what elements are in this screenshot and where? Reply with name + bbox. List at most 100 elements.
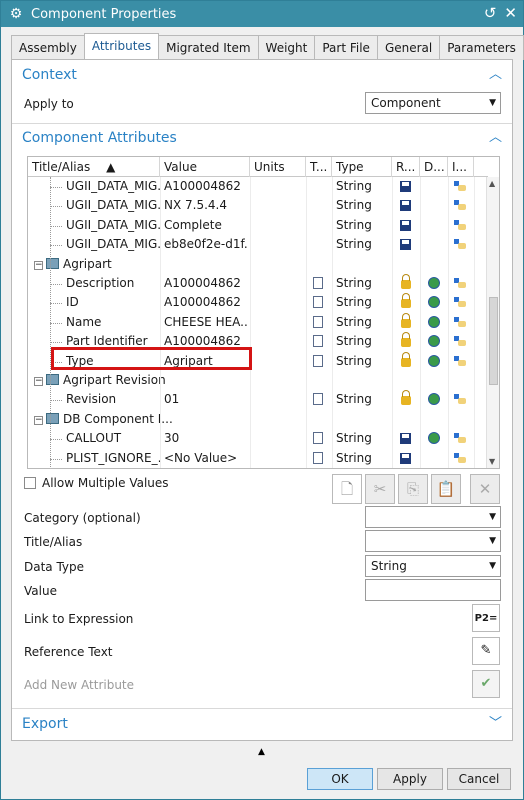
table-row[interactable]: ID A100004862 String [28, 293, 488, 312]
collapse-toggle-icon[interactable]: − [34, 415, 43, 425]
cell-inherit [454, 274, 466, 293]
paste-button[interactable]: 📋 [431, 474, 461, 504]
inherit-icon [454, 433, 466, 445]
new-attribute-button[interactable]: 🗋 [332, 474, 362, 504]
close-icon[interactable]: ✕ [504, 4, 517, 22]
grid-header: Title/Alias ▲ Value Units T... Type R...… [28, 157, 488, 177]
add-new-attribute-button[interactable]: ✔ [472, 670, 500, 698]
globe-icon [428, 277, 440, 289]
group-title: Agripart Revision [63, 373, 166, 387]
data-type-value: String [371, 559, 407, 573]
apply-button[interactable]: Apply [377, 768, 443, 790]
component-attributes-section-header[interactable]: Component Attributes ︿ [12, 125, 512, 151]
collapse-toggle-icon[interactable]: − [34, 377, 43, 386]
link-to-expression-button[interactable]: P2= [472, 604, 500, 632]
column-t[interactable]: T... [306, 157, 332, 177]
table-row[interactable]: UGII_DATA_MIG... eb8e0f2e-d1f... String [28, 235, 488, 254]
cell-title: Revision [66, 392, 117, 407]
tab-part-file[interactable]: Part File [314, 35, 378, 60]
tree-group-row[interactable]: − Agripart [28, 255, 488, 274]
collapse-toggle-icon[interactable]: − [34, 260, 43, 270]
column-i[interactable]: I... [448, 157, 474, 177]
column-separator [448, 177, 449, 468]
table-row[interactable]: Revision 01 String [28, 390, 488, 409]
inherit-icon [454, 316, 466, 329]
table-row[interactable]: Name CHEESE HEA... String [28, 312, 488, 332]
attributes-grid[interactable]: Title/Alias ▲ Value Units T... Type R...… [27, 156, 500, 469]
chevron-down-icon[interactable]: ﹀ [489, 711, 502, 737]
cell-icon [428, 390, 440, 409]
tab-general[interactable]: General [376, 35, 441, 60]
copy-button[interactable]: ⎘ [398, 474, 428, 504]
category-dropdown[interactable]: ▼ [365, 506, 501, 528]
ok-button[interactable]: OK [307, 768, 373, 790]
cell-inherit [454, 332, 466, 351]
chevron-up-icon[interactable]: ︿ [489, 125, 502, 151]
scrollbar-thumb[interactable] [489, 297, 498, 385]
cell-type: String [336, 392, 372, 407]
table-row[interactable]: UGII_DATA_MIG... A100004862 String [28, 177, 488, 196]
table-row[interactable]: CALLOUT 30 String [28, 429, 488, 448]
reset-icon[interactable]: ↺ [484, 4, 497, 22]
tree-connector [50, 284, 62, 285]
cell-inherit [454, 449, 466, 468]
document-icon [313, 277, 323, 289]
column-value[interactable]: Value [160, 157, 250, 177]
column-separator [420, 177, 421, 468]
chevron-down-icon: ▼ [489, 536, 496, 546]
column-r[interactable]: R... [392, 157, 420, 177]
cell-type: String [336, 276, 372, 290]
tab-weight[interactable]: Weight [257, 35, 316, 60]
table-row[interactable]: PLIST_IGNORE_... <No Value> String [28, 449, 488, 468]
chevron-up-icon[interactable]: ︿ [489, 62, 502, 88]
column-d[interactable]: D... [420, 157, 448, 177]
lock-icon [401, 351, 411, 367]
cancel-button[interactable]: Cancel [447, 768, 511, 790]
tree-group-row[interactable]: − Agripart Revision [28, 371, 488, 390]
inherit-icon [454, 452, 466, 465]
globe-icon [428, 432, 440, 445]
allow-multiple-values-checkbox[interactable] [24, 477, 36, 489]
column-separator [250, 177, 251, 468]
column-units[interactable]: Units [250, 157, 306, 177]
globe-icon [428, 296, 440, 309]
inherit-icon [454, 297, 466, 309]
scroll-up-icon[interactable]: ▲ [489, 179, 495, 188]
data-type-dropdown[interactable]: String ▼ [365, 555, 501, 577]
tab-parameters[interactable]: Parameters [439, 35, 524, 60]
column-type[interactable]: Type [332, 157, 392, 177]
tab-attributes[interactable]: Attributes [83, 33, 160, 60]
context-section-header[interactable]: Context ︿ [12, 62, 512, 88]
export-section-header[interactable]: Export ﹀ [12, 711, 512, 737]
cell-value [164, 255, 248, 274]
reference-text-button[interactable]: ✎ [472, 637, 500, 665]
document-icon [313, 393, 323, 406]
tree-connector [50, 303, 62, 305]
table-row[interactable]: UGII_DATA_MIG... NX 7.5.4.4 String [28, 196, 488, 215]
cell-type: String [336, 179, 372, 193]
cut-button[interactable]: ✂ [365, 474, 395, 504]
table-row[interactable]: Description A100004862 String [28, 274, 488, 293]
tab-migrated-item[interactable]: Migrated Item [158, 35, 259, 60]
scroll-down-icon[interactable]: ▼ [489, 457, 495, 466]
value-input[interactable] [365, 579, 501, 601]
save-icon [400, 452, 411, 464]
column-title-alias-label: Title/Alias [32, 160, 91, 174]
cell-inherit [454, 177, 466, 196]
cell-text-icon [313, 313, 323, 332]
table-row[interactable]: UGII_DATA_MIG... Complete String [28, 216, 488, 235]
cell-inherit [454, 235, 466, 254]
column-title-alias[interactable]: Title/Alias ▲ [28, 157, 160, 177]
tree-group-row[interactable]: − DB Component I... [28, 410, 488, 429]
reference-text-label: Reference Text [24, 645, 113, 659]
cell-type: String [336, 314, 372, 329]
title-alias-dropdown[interactable]: ▼ [365, 530, 501, 552]
expand-collapse-arrow-icon[interactable]: ▲ [258, 747, 265, 757]
grid-vertical-scrollbar[interactable]: ▲ ▼ [486, 177, 499, 468]
cell-inherit [454, 352, 466, 371]
cell-type: String [336, 334, 372, 349]
delete-button[interactable]: ✕ [470, 474, 500, 504]
tab-assembly[interactable]: Assembly [11, 35, 85, 60]
window-title: Component Properties [31, 6, 177, 22]
apply-to-dropdown[interactable]: Component ▼ [365, 92, 501, 114]
